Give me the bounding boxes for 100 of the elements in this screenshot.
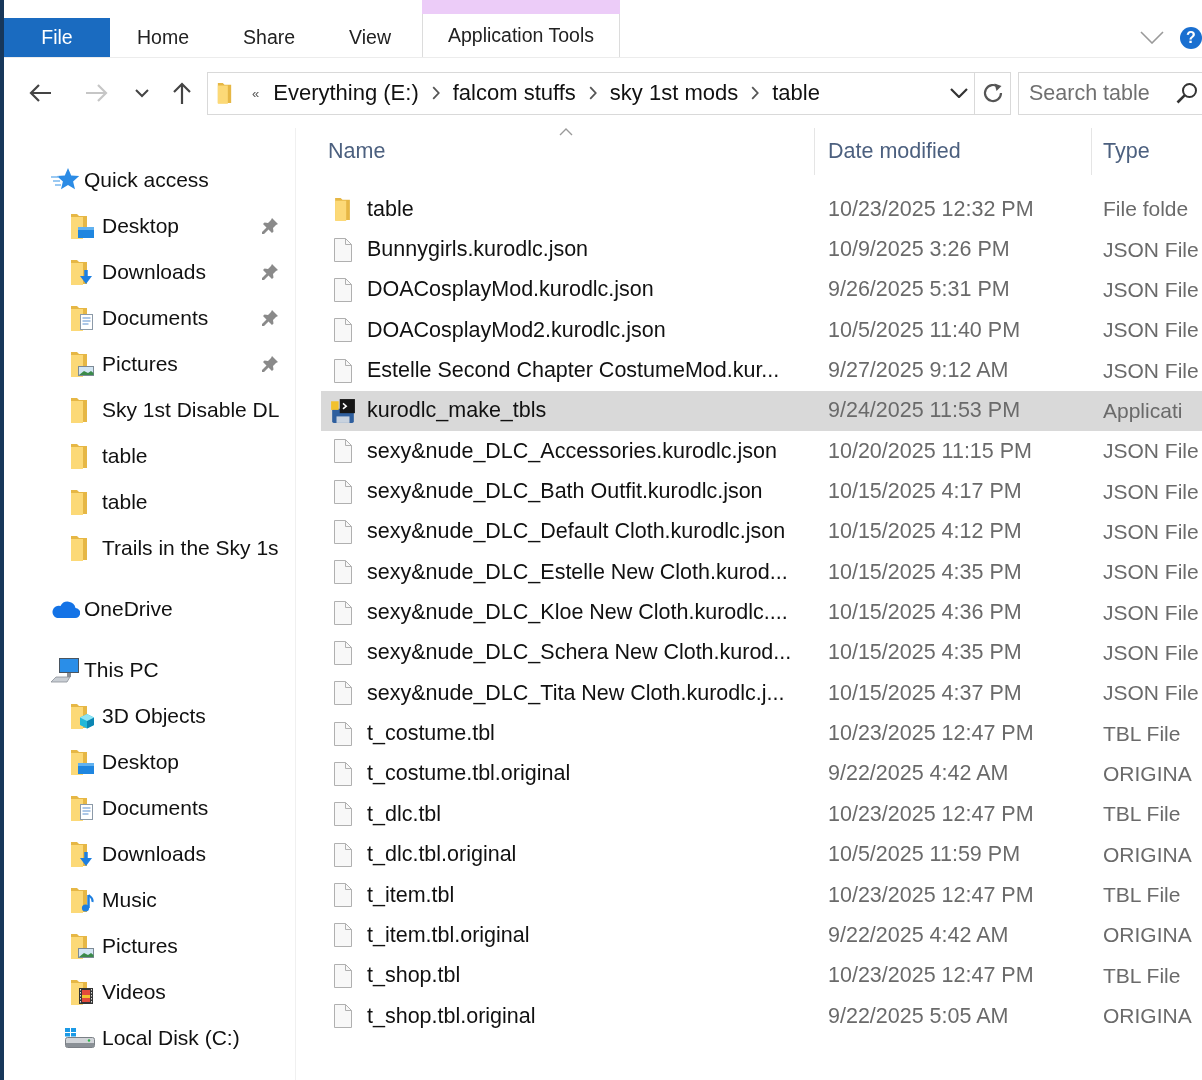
videos-folder-icon [70, 979, 95, 1005]
file-row[interactable]: Bunnygirls.kurodlc.json 10/9/2025 3:26 PM JSON File [321, 229, 1202, 270]
file-type: ORIGINA [1103, 762, 1192, 786]
sidebar-item[interactable]: Pictures [70, 341, 295, 387]
sidebar-item[interactable]: Desktop [70, 739, 295, 785]
modified-date: 9/26/2025 5:31 PM [828, 277, 1010, 303]
file-name: sexy&nude_DLC_Schera New Cloth.kurod... [367, 640, 792, 666]
file-row[interactable]: t_costume.tbl 10/23/2025 12:47 PM TBL File [321, 713, 1202, 754]
modified-date: 10/9/2025 3:26 PM [828, 237, 1010, 262]
ribbon-tab[interactable]: Share [216, 18, 323, 57]
file-row[interactable]: t_dlc.tbl 10/23/2025 12:47 PM TBL File [321, 794, 1202, 835]
file-icon [333, 883, 353, 907]
sidebar-item[interactable]: Music [70, 877, 295, 923]
modified-date: 10/15/2025 4:12 PM [828, 519, 1022, 545]
file-row[interactable]: sexy&nude_DLC_Accessories.kurodlc.json 10/20/2025 11:15 PM JSON File [321, 431, 1202, 472]
file-icon [333, 600, 353, 625]
modified-date: 9/22/2025 4:42 AM [828, 761, 1009, 787]
file-icon [333, 681, 353, 706]
file-row[interactable]: sexy&nude_DLC_Default Cloth.kurodlc.json 10/15/2025 4:12 PM JSON File [321, 511, 1202, 553]
breadcrumb[interactable]: Everything (E:) [273, 80, 419, 106]
file-type: ORIGINA [1103, 923, 1192, 948]
file-row[interactable]: DOACosplayMod.kurodlc.json 9/26/2025 5:31 PM JSON File [321, 269, 1202, 311]
folder-icon [217, 82, 232, 104]
file-row[interactable]: sexy&nude_DLC_Bath Outfit.kurodlc.json 10/15/2025 4:17 PM JSON File [321, 471, 1202, 512]
file-row[interactable]: sexy&nude_DLC_Kloe New Cloth.kurodlc.... 10/15/2025 4:36 PM JSON File [321, 592, 1202, 633]
sidebar-item[interactable]: This PC [50, 647, 295, 693]
folder-icon [70, 397, 88, 423]
drive-icon [64, 1027, 96, 1049]
file-row[interactable]: sexy&nude_DLC_Tita New Cloth.kurodlc.j... 10/15/2025 4:37 PM JSON File [321, 673, 1202, 714]
column-header[interactable]: Type [1092, 128, 1202, 175]
file-type: TBL File [1103, 963, 1181, 988]
sidebar-item[interactable]: Downloads [70, 831, 295, 877]
sidebar-item[interactable]: 3D Objects [70, 693, 295, 739]
breadcrumb[interactable]: falcom stuffs [452, 80, 576, 106]
folder-icon [70, 489, 88, 515]
file-row[interactable]: t_item.tbl.original 9/22/2025 4:42 AM ORIGINA [321, 915, 1202, 956]
sidebar-item[interactable]: table [70, 479, 295, 525]
breadcrumb[interactable]: sky 1st mods [609, 80, 739, 106]
sidebar-item[interactable]: Desktop [70, 203, 295, 249]
sidebar-item[interactable]: Videos [70, 969, 295, 1015]
column-header[interactable]: Name [321, 128, 815, 175]
modified-date: 10/23/2025 12:47 PM [828, 963, 1034, 989]
modified-date: 10/5/2025 11:59 PM [828, 842, 1021, 868]
refresh-button[interactable] [974, 71, 1011, 115]
file-name: t_costume.tbl.original [367, 761, 571, 787]
search-field[interactable]: Search table [1018, 71, 1202, 115]
file-type: JSON File [1103, 519, 1199, 544]
sidebar-item[interactable]: Trails in the Sky 1s [70, 525, 295, 571]
modified-date: 10/23/2025 12:32 PM [828, 196, 1034, 222]
sidebar-item[interactable]: Local Disk (C:) [64, 1015, 295, 1061]
file-type: JSON File [1103, 479, 1199, 504]
ribbon-tab[interactable]: Home [110, 18, 217, 57]
chevron-right-icon[interactable] [431, 86, 440, 100]
sidebar-item[interactable]: Documents [70, 295, 295, 341]
file-name: DOACosplayMod2.kurodlc.json [367, 317, 666, 343]
back-arrow-icon [28, 83, 52, 103]
breadcrumb[interactable]: table [772, 80, 820, 106]
file-row[interactable]: t_dlc.tbl.original 10/5/2025 11:59 PM ORIGINA [321, 834, 1202, 875]
sidebar-item[interactable]: Quick access [50, 157, 295, 203]
file-row[interactable]: table 10/23/2025 12:32 PM File folde [321, 189, 1202, 230]
sidebar-item[interactable]: Pictures [70, 923, 295, 969]
desktop-folder-icon [70, 213, 95, 239]
file-row[interactable]: t_shop.tbl 10/23/2025 12:47 PM TBL File [321, 955, 1202, 996]
chevron-right-icon[interactable] [588, 86, 597, 100]
overflow-button[interactable]: « [252, 85, 260, 101]
sidebar-item[interactable]: Sky 1st Disable DL [70, 387, 295, 433]
forward-arrow-icon [85, 83, 109, 103]
sidebar-item[interactable]: Downloads [70, 249, 295, 295]
file-type: TBL File [1103, 883, 1181, 907]
file-icon [333, 721, 353, 746]
ribbon-tab[interactable]: View [322, 18, 418, 57]
file-row[interactable]: Estelle Second Chapter CostumeMod.kur... 9/27/2025 9:12 AM JSON File [321, 350, 1202, 391]
address-bar[interactable]: « Everything (E:) falcom stuffs sky 1st mods table [207, 71, 975, 115]
file-row[interactable]: sexy&nude_DLC_Estelle New Cloth.kurod... 10/15/2025 4:35 PM JSON File [321, 552, 1202, 593]
file-row[interactable]: sexy&nude_DLC_Schera New Cloth.kurod... 10/15/2025 4:35 PM JSON File [321, 632, 1202, 674]
file-row[interactable]: DOACosplayMod2.kurodlc.json 10/5/2025 11:40 PM JSON File [321, 310, 1202, 351]
file-icon [333, 923, 353, 948]
help-button[interactable]: ? [1180, 26, 1202, 49]
downloads-folder-icon [70, 841, 95, 867]
file-row[interactable]: t_item.tbl 10/23/2025 12:47 PM TBL File [321, 874, 1202, 916]
file-row[interactable]: t_costume.tbl.original 9/22/2025 4:42 AM ORIGINA [321, 753, 1202, 795]
file-row[interactable]: t_shop.tbl.original 9/22/2025 5:05 AM ORIGINA [321, 995, 1202, 1037]
chevron-right-icon[interactable] [751, 86, 760, 100]
modified-date: 9/27/2025 9:12 AM [828, 358, 1009, 384]
file-icon [333, 358, 353, 383]
modified-date: 9/22/2025 4:42 AM [828, 922, 1009, 948]
sidebar-item[interactable]: OneDrive [50, 586, 295, 632]
file-icon [333, 560, 353, 585]
column-header[interactable]: Date modified [815, 128, 1092, 175]
refresh-icon [981, 82, 1004, 104]
file-name: t_item.tbl [367, 882, 455, 908]
chevron-down-icon[interactable] [950, 88, 968, 98]
sidebar-item[interactable]: Documents [70, 785, 295, 831]
search-icon[interactable] [1176, 81, 1198, 104]
file-name: sexy&nude_DLC_Default Cloth.kurodlc.json [367, 519, 786, 545]
modified-date: 10/23/2025 12:47 PM [828, 801, 1034, 827]
file-type: Applicati [1103, 398, 1183, 423]
sidebar-item[interactable]: table [70, 433, 295, 479]
file-tab[interactable]: File [4, 18, 110, 57]
file-row[interactable]: kurodlc_make_tbls 9/24/2025 11:53 PM Applicati [321, 390, 1202, 432]
